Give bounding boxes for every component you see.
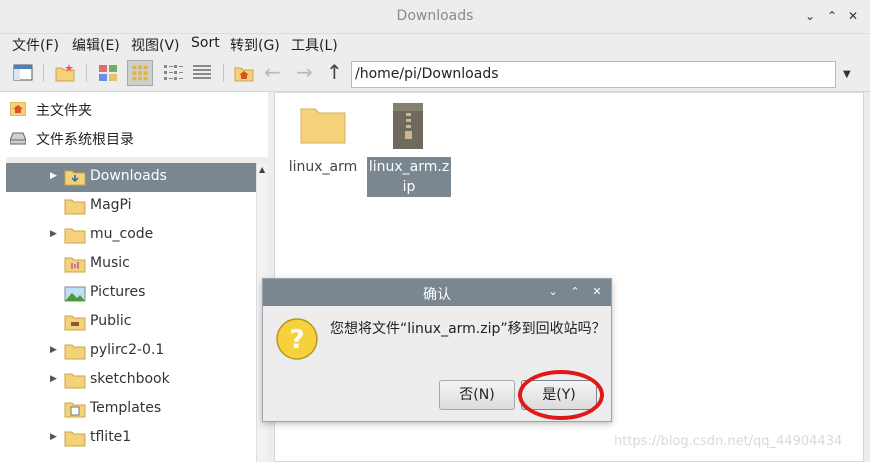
tree-item-label: MagPi xyxy=(90,197,132,213)
music-folder-icon xyxy=(64,257,86,273)
menubar: 文件(F) 编辑(E) 视图(V) Sort 转到(G) 工具(L) xyxy=(0,34,870,56)
folder-icon xyxy=(64,431,86,447)
tree-item-label: Pictures xyxy=(90,284,146,300)
detailed-view-icon[interactable] xyxy=(191,62,213,84)
maximize-icon[interactable]: ⌃ xyxy=(825,9,839,23)
toolbar-separator xyxy=(223,64,224,82)
tree-item-label: Templates xyxy=(90,400,162,416)
watermark: https://blog.csdn.net/qq_44904434 xyxy=(614,434,843,449)
menu-file[interactable]: 文件(F) xyxy=(12,35,59,55)
tree-item-label: sketchbook xyxy=(90,371,170,387)
dialog-titlebar: 确认 ⌄ ⌃ ✕ xyxy=(263,279,611,306)
place-label: 主文件夹 xyxy=(36,103,92,119)
question-icon: ? xyxy=(276,318,318,360)
directory-tree: ▶ Downloads MagPi ▶ mu_code Music Pictur… xyxy=(6,163,256,462)
expand-icon[interactable]: ▶ xyxy=(50,432,57,442)
scroll-up-icon[interactable]: ▲ xyxy=(259,165,265,174)
menu-tools[interactable]: 工具(L) xyxy=(291,35,338,55)
menu-edit[interactable]: 编辑(E) xyxy=(72,35,120,55)
drive-icon xyxy=(10,132,26,145)
new-folder-icon[interactable] xyxy=(54,62,76,84)
tree-item-label: Music xyxy=(90,255,130,271)
highlight-ring xyxy=(518,370,604,420)
tree-item-downloads[interactable]: ▶ Downloads xyxy=(6,163,256,192)
folder-icon xyxy=(64,373,86,389)
tree-item-sketchbook[interactable]: ▶ sketchbook xyxy=(6,366,256,395)
tree-item-public[interactable]: Public xyxy=(6,308,256,337)
places-panel: 主文件夹 文件系统根目录 xyxy=(6,95,268,155)
toolbar-separator xyxy=(43,64,44,82)
file-name: linux_arm.zip xyxy=(367,157,451,197)
forward-icon[interactable]: → xyxy=(296,60,313,84)
folder-icon xyxy=(64,228,86,244)
downloads-folder-icon xyxy=(64,170,86,186)
tree-item-templates[interactable]: Templates xyxy=(6,395,256,424)
tree-item-label: tflite1 xyxy=(90,429,132,445)
expand-icon[interactable]: ▶ xyxy=(50,171,57,181)
back-icon[interactable]: ← xyxy=(264,60,281,84)
close-icon[interactable]: ✕ xyxy=(846,9,860,23)
window-titlebar: Downloads ⌄ ⌃ ✕ xyxy=(0,0,870,34)
expand-icon[interactable]: ▶ xyxy=(50,345,57,355)
expand-icon[interactable]: ▶ xyxy=(50,229,57,239)
toolbar-separator xyxy=(86,64,87,82)
zip-archive-icon xyxy=(393,103,423,149)
minimize-icon[interactable]: ⌄ xyxy=(803,9,817,23)
thumbnail-view-icon[interactable] xyxy=(97,62,119,84)
up-icon[interactable]: ↑ xyxy=(326,60,343,84)
home-icon xyxy=(10,102,26,116)
svg-text:?: ? xyxy=(289,325,304,355)
tree-item-music[interactable]: Music xyxy=(6,250,256,279)
public-folder-icon xyxy=(64,315,86,331)
minimize-icon[interactable]: ⌄ xyxy=(547,285,559,298)
toolbar: ← → ↑ /home/pi/Downloads ▼ xyxy=(0,56,870,92)
window-border xyxy=(864,92,870,462)
folder-icon xyxy=(300,108,346,144)
address-bar[interactable]: /home/pi/Downloads xyxy=(351,61,836,88)
tree-item-mu-code[interactable]: ▶ mu_code xyxy=(6,221,256,250)
compact-view-icon[interactable] xyxy=(162,62,184,84)
new-window-icon[interactable] xyxy=(12,62,34,84)
tree-item-label: Public xyxy=(90,313,132,329)
close-icon[interactable]: ✕ xyxy=(591,285,603,298)
dialog-message: 您想将文件“linux_arm.zip”移到回收站吗？ xyxy=(330,321,606,337)
menu-view[interactable]: 视图(V) xyxy=(131,35,180,55)
place-label: 文件系统根目录 xyxy=(36,132,134,148)
expand-icon[interactable]: ▶ xyxy=(50,374,57,384)
templates-folder-icon xyxy=(64,402,86,418)
tree-item-tflite1[interactable]: ▶ tflite1 xyxy=(6,424,256,453)
tree-item-label: mu_code xyxy=(90,226,154,242)
menu-go[interactable]: 转到(G) xyxy=(230,35,280,55)
file-name: linux_arm xyxy=(288,159,358,175)
chevron-down-icon[interactable]: ▼ xyxy=(843,69,851,80)
folder-icon xyxy=(64,344,86,360)
tree-item-label: pylirc2-0.1 xyxy=(90,342,165,358)
no-button[interactable]: 否(N) xyxy=(439,380,515,410)
menu-sort[interactable]: Sort xyxy=(191,35,220,51)
pictures-folder-icon xyxy=(64,286,86,302)
folder-icon xyxy=(64,199,86,215)
tree-item-magpi[interactable]: MagPi xyxy=(6,192,256,221)
window-title: Downloads xyxy=(396,8,474,24)
tree-item-pictures[interactable]: Pictures xyxy=(6,279,256,308)
tree-item-pylirc2[interactable]: ▶ pylirc2-0.1 xyxy=(6,337,256,366)
icon-view-icon[interactable] xyxy=(127,60,153,86)
maximize-icon[interactable]: ⌃ xyxy=(569,285,581,298)
tree-item-label: Downloads xyxy=(90,168,167,184)
home-icon[interactable] xyxy=(233,62,255,84)
